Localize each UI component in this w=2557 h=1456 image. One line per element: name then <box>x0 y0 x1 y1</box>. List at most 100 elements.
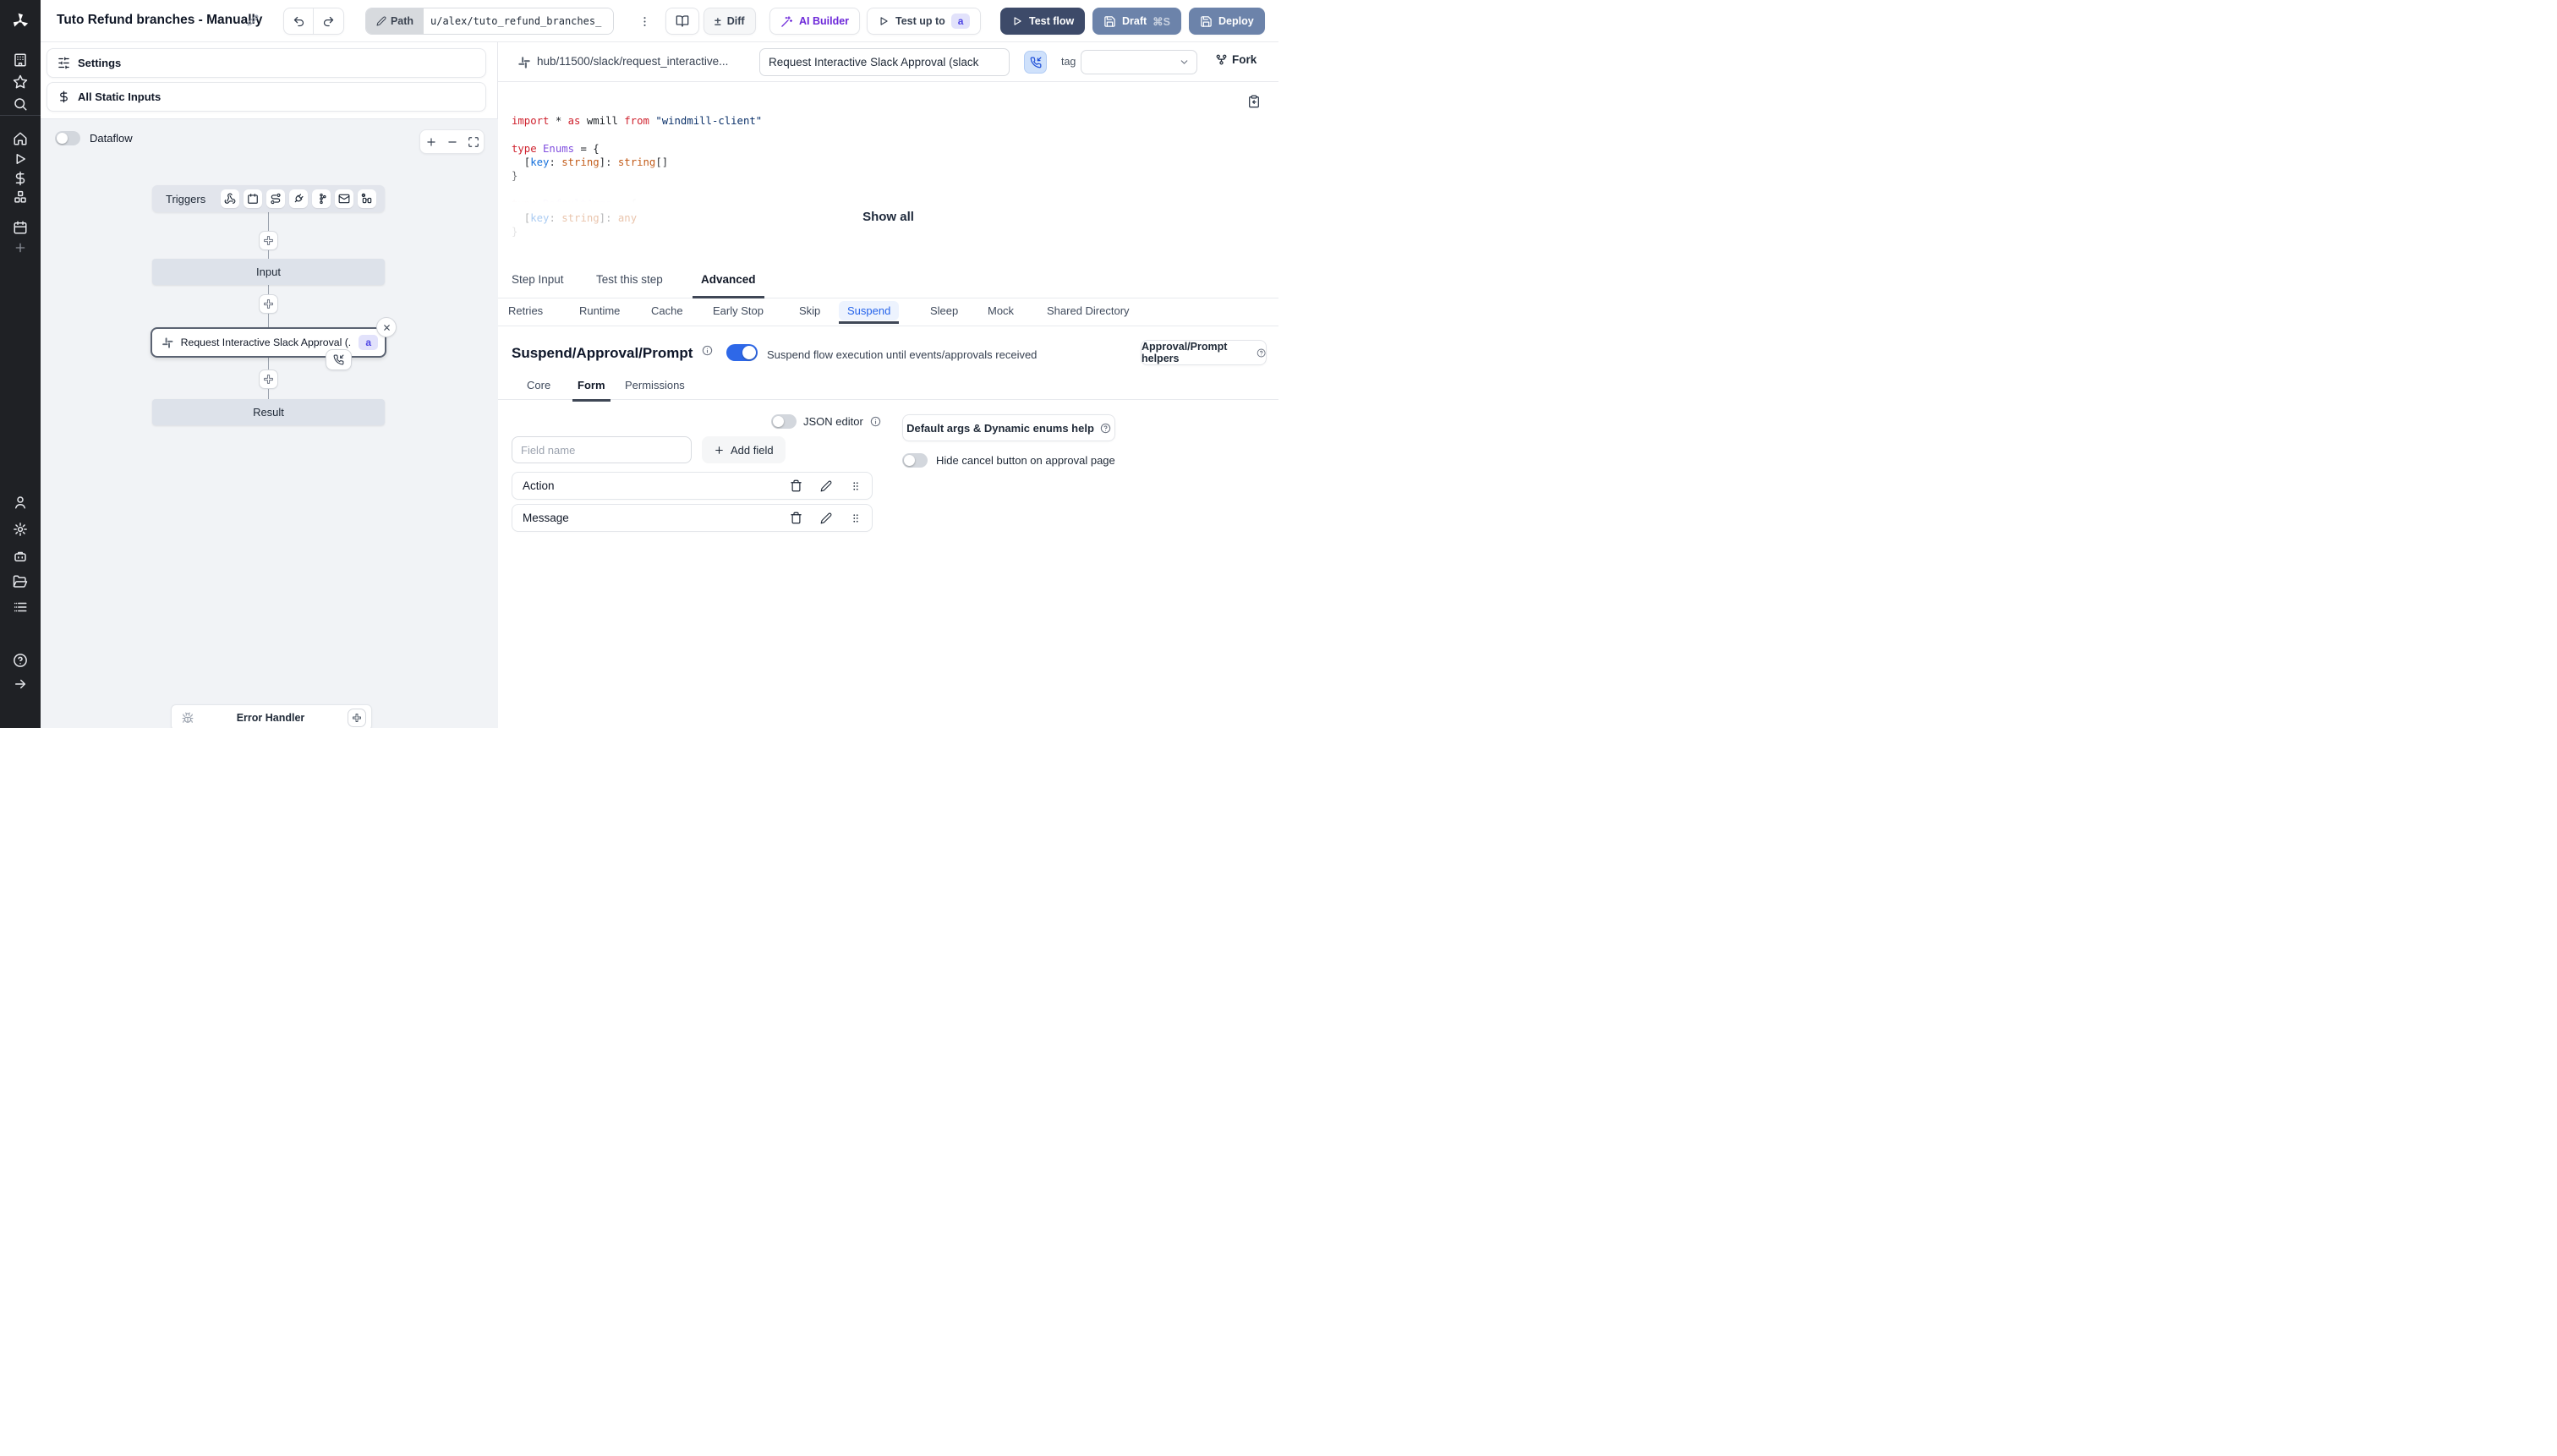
path-edit-button[interactable]: Path <box>366 8 424 34</box>
chevron-down-icon <box>1180 60 1188 64</box>
delete-step-button[interactable] <box>376 317 397 337</box>
redo-button[interactable] <box>314 8 343 34</box>
book-icon <box>676 15 689 27</box>
canvas-zoom-controls <box>419 129 485 154</box>
tab-form[interactable]: Form <box>572 379 611 402</box>
email-icon[interactable] <box>335 189 353 208</box>
zoom-in-icon[interactable] <box>425 136 437 148</box>
expand-sidebar-icon[interactable] <box>0 671 41 697</box>
field-name-input[interactable] <box>512 436 692 463</box>
suspend-step-badge[interactable] <box>326 349 352 370</box>
audit-logs-icon[interactable] <box>0 594 41 620</box>
tab-advanced[interactable]: Advanced <box>693 273 764 298</box>
fork-button[interactable]: Fork <box>1215 53 1257 66</box>
more-options-icon[interactable] <box>638 11 651 31</box>
edit-field-icon[interactable] <box>820 480 832 492</box>
input-node-label: Input <box>256 265 281 278</box>
tab-test-this-step[interactable]: Test this step <box>596 273 663 296</box>
websocket-icon[interactable] <box>289 189 308 208</box>
form-field-row[interactable]: Message <box>512 504 873 532</box>
tab-step-input[interactable]: Step Input <box>512 273 564 296</box>
flow-settings-card[interactable]: Settings <box>47 48 486 78</box>
add-field-button[interactable]: Add field <box>702 436 786 463</box>
code-editor[interactable]: import * as wmill from "windmill-client"… <box>512 86 1256 266</box>
step-name-input[interactable] <box>759 48 1010 76</box>
hub-script-path[interactable]: hub/11500/slack/request_interactive... <box>537 55 728 68</box>
result-node[interactable]: Result <box>152 399 385 425</box>
test-flow-button[interactable]: Test flow <box>1000 8 1086 35</box>
tab-core[interactable]: Core <box>527 379 550 399</box>
json-editor-toggle[interactable] <box>771 414 797 429</box>
edit-title-icon[interactable] <box>247 14 259 26</box>
zoom-out-icon[interactable] <box>446 136 458 148</box>
drag-handle-icon[interactable] <box>850 480 862 492</box>
subtab-retries[interactable]: Retries <box>508 304 543 317</box>
sidebar-divider <box>0 115 41 116</box>
tab-permissions[interactable]: Permissions <box>625 379 685 399</box>
dataflow-toggle[interactable] <box>55 131 80 145</box>
insert-step-button[interactable] <box>259 369 278 389</box>
static-inputs-card[interactable]: All Static Inputs <box>47 82 486 112</box>
flow-editor-panel: Settings All Static Inputs Dataflow Trig… <box>41 42 498 728</box>
poll-icon[interactable] <box>358 189 376 208</box>
user-icon[interactable] <box>0 490 41 515</box>
flow-canvas[interactable]: Dataflow Triggers Input Request Interact… <box>41 118 498 728</box>
advanced-subtabs: Retries Runtime Cache Early Stop Skip Su… <box>498 298 1278 326</box>
insert-step-button[interactable] <box>259 231 278 250</box>
add-menu-icon[interactable] <box>0 235 41 260</box>
info-icon[interactable] <box>870 416 881 427</box>
delete-field-icon[interactable] <box>790 512 802 524</box>
path-field-group: Path <box>365 8 614 35</box>
undo-button[interactable] <box>284 8 315 34</box>
slack-icon <box>518 57 530 68</box>
schedule-icon[interactable] <box>244 189 262 208</box>
edit-field-icon[interactable] <box>820 512 832 524</box>
subtab-shared-directory[interactable]: Shared Directory <box>1047 304 1130 317</box>
show-all-button[interactable]: Show all <box>498 210 1278 224</box>
info-icon[interactable] <box>702 345 713 356</box>
approval-helpers-button[interactable]: Approval/Prompt helpers <box>1141 340 1267 365</box>
suspend-toggle[interactable] <box>726 344 758 361</box>
delete-field-icon[interactable] <box>790 479 802 492</box>
default-args-help-button[interactable]: Default args & Dynamic enums help <box>902 414 1115 441</box>
draft-button[interactable]: Draft ⌘S <box>1092 8 1182 35</box>
tag-select[interactable] <box>1081 50 1197 74</box>
kafka-icon[interactable] <box>312 189 331 208</box>
fit-view-icon[interactable] <box>468 136 479 148</box>
search-icon[interactable] <box>0 91 41 117</box>
save-icon <box>1201 15 1212 27</box>
help-icon[interactable] <box>0 648 41 673</box>
form-field-row[interactable]: Action <box>512 472 873 500</box>
diff-button[interactable]: ± Diff <box>704 8 756 35</box>
subtab-runtime[interactable]: Runtime <box>579 304 620 317</box>
webhook-icon[interactable] <box>221 189 239 208</box>
drag-handle-icon[interactable] <box>850 512 862 524</box>
suspend-indicator-button[interactable] <box>1024 51 1047 74</box>
subtab-skip[interactable]: Skip <box>799 304 820 317</box>
subtab-cache[interactable]: Cache <box>651 304 683 317</box>
settings-gear-icon[interactable] <box>0 517 41 542</box>
ai-builder-button[interactable]: AI Builder <box>769 8 861 35</box>
workers-icon[interactable] <box>0 544 41 569</box>
clipboard-icon[interactable] <box>1247 95 1261 108</box>
subtab-suspend[interactable]: Suspend <box>839 301 900 324</box>
error-handler-node[interactable]: Error Handler <box>171 704 372 728</box>
field-label: Action <box>523 479 555 492</box>
folders-icon[interactable] <box>0 569 41 594</box>
test-up-to-button[interactable]: Test up to a <box>867 8 982 35</box>
add-error-handler-button[interactable] <box>348 708 366 727</box>
path-input[interactable] <box>424 8 613 34</box>
input-node[interactable]: Input <box>152 259 385 285</box>
suspend-caption: Suspend flow execution until events/appr… <box>767 348 1038 361</box>
windmill-logo[interactable] <box>0 0 41 42</box>
triggers-node[interactable]: Triggers <box>152 185 385 212</box>
subtab-mock[interactable]: Mock <box>988 304 1014 317</box>
route-icon[interactable] <box>266 189 285 208</box>
subtab-sleep[interactable]: Sleep <box>930 304 958 317</box>
subtab-early-stop[interactable]: Early Stop <box>713 304 764 317</box>
hide-cancel-toggle[interactable] <box>902 453 928 468</box>
insert-step-button[interactable] <box>259 294 278 314</box>
resources-icon[interactable] <box>0 184 41 210</box>
docs-button[interactable] <box>665 8 699 35</box>
deploy-button[interactable]: Deploy <box>1189 8 1265 35</box>
